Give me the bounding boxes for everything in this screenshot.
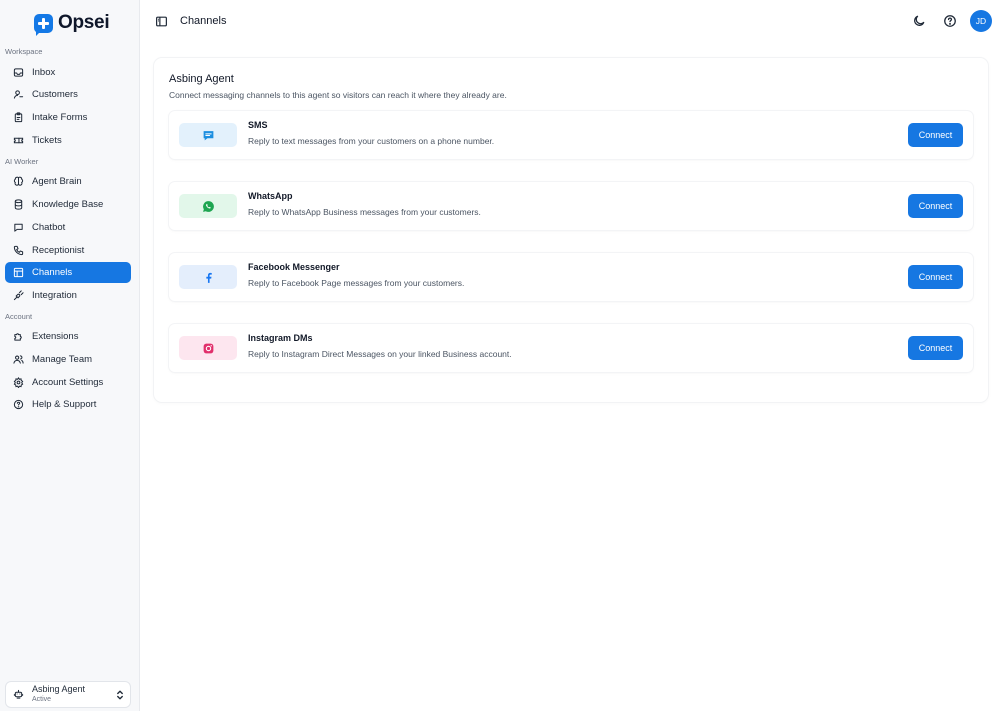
sidebar-toggle-icon[interactable] [155, 15, 168, 28]
sidebar-item-intake-forms[interactable]: Intake Forms [5, 107, 131, 128]
channel-row-facebook-messenger: Facebook Messenger Reply to Facebook Pag… [169, 253, 973, 301]
connect-instagram-dms-button[interactable]: Connect [908, 336, 963, 360]
section-label-workspace: Workspace [5, 47, 43, 56]
sidebar-item-inbox[interactable]: Inbox [5, 62, 131, 83]
sidebar-item-label: Inbox [32, 67, 56, 78]
sidebar-item-label: Manage Team [32, 354, 93, 365]
facebook-icon [202, 271, 215, 284]
users-icon [12, 354, 24, 366]
channel-row-whatsapp: WhatsApp Reply to WhatsApp Business mess… [169, 182, 973, 230]
agent-status: Active [32, 696, 52, 704]
sidebar-item-label: Receptionist [32, 245, 85, 256]
channel-icon-box [179, 123, 237, 147]
sidebar-item-label: Agent Brain [32, 176, 82, 187]
sidebar-item-chatbot[interactable]: Chatbot [5, 217, 131, 238]
help-icon [12, 399, 24, 411]
top-bar: Channels JD [140, 0, 1000, 44]
channel-row-instagram-dms: Instagram DMs Reply to Instagram Direct … [169, 324, 973, 372]
chevron-up-down-icon [116, 689, 124, 701]
user-icon [12, 89, 24, 101]
user-avatar[interactable]: JD [970, 10, 992, 32]
dark-mode-icon[interactable] [912, 14, 926, 28]
database-icon [12, 199, 24, 211]
agent-name: Asbing Agent [32, 684, 86, 695]
channel-row-sms: SMS Reply to text messages from your cus… [169, 111, 973, 159]
plug-icon [12, 290, 24, 302]
channels-icon [12, 267, 24, 279]
sidebar-item-channels[interactable]: Channels [5, 262, 131, 283]
puzzle-icon [12, 331, 24, 343]
sidebar-item-tickets[interactable]: Tickets [5, 130, 131, 151]
channel-icon-box [179, 194, 237, 218]
phone-icon [12, 245, 24, 257]
agent-switcher[interactable]: Asbing Agent Active [5, 681, 131, 708]
brain-icon [12, 176, 24, 188]
sidebar-item-customers[interactable]: Customers [5, 84, 131, 105]
inbox-icon [12, 67, 24, 79]
sidebar-item-label: Intake Forms [32, 112, 88, 123]
sidebar-item-account-settings[interactable]: Account Settings [5, 372, 131, 393]
section-label-ai-worker: AI Worker [5, 157, 39, 166]
app-name: Opsei [58, 12, 110, 33]
logo-icon [34, 13, 53, 36]
sidebar-item-integration[interactable]: Integration [5, 285, 131, 306]
sidebar-item-label: Chatbot [32, 222, 66, 233]
app-logo[interactable]: Opsei [34, 12, 110, 36]
connect-facebook-messenger-button[interactable]: Connect [908, 265, 963, 289]
sms-icon [202, 129, 215, 142]
sidebar-item-label: Tickets [32, 135, 62, 146]
robot-icon [12, 689, 24, 701]
channel-name: Instagram DMs [248, 333, 313, 343]
section-label-account: Account [5, 312, 33, 321]
channel-name: Facebook Messenger [248, 262, 340, 272]
sidebar-item-help-support[interactable]: Help & Support [5, 394, 131, 415]
settings-icon [12, 377, 24, 389]
instagram-icon [202, 342, 215, 355]
connect-sms-button[interactable]: Connect [908, 123, 963, 147]
sidebar-item-label: Integration [32, 290, 77, 301]
sidebar-item-receptionist[interactable]: Receptionist [5, 240, 131, 261]
channel-icon-box [179, 265, 237, 289]
help-icon[interactable] [943, 14, 957, 28]
connect-whatsapp-button[interactable]: Connect [908, 194, 963, 218]
clipboard-icon [12, 112, 24, 124]
channel-description: Reply to WhatsApp Business messages from… [248, 207, 481, 217]
ticket-icon [12, 135, 24, 147]
channel-description: Reply to Instagram Direct Messages on yo… [248, 349, 512, 359]
channel-name: SMS [248, 120, 268, 130]
sidebar-item-knowledge-base[interactable]: Knowledge Base [5, 194, 131, 215]
sidebar-item-manage-team[interactable]: Manage Team [5, 349, 131, 370]
page-title: Channels [180, 15, 227, 27]
sidebar-item-extensions[interactable]: Extensions [5, 326, 131, 347]
sidebar-item-label: Account Settings [32, 377, 104, 388]
channel-description: Reply to Facebook Page messages from you… [248, 278, 465, 288]
sidebar-item-agent-brain[interactable]: Agent Brain [5, 171, 131, 192]
sidebar: Opsei Workspace Inbox Customers Intake F… [0, 0, 140, 711]
chat-icon [12, 222, 24, 234]
channels-card: Asbing Agent Connect messaging channels … [154, 58, 988, 402]
channel-icon-box [179, 336, 237, 360]
agent-title: Asbing Agent [169, 73, 234, 85]
sidebar-item-label: Knowledge Base [32, 199, 104, 210]
channel-name: WhatsApp [248, 191, 293, 201]
sidebar-item-label: Customers [32, 89, 78, 100]
sidebar-item-label: Help & Support [32, 399, 97, 410]
channel-description: Reply to text messages from your custome… [248, 136, 495, 146]
whatsapp-icon [202, 200, 215, 213]
sidebar-item-label: Extensions [32, 331, 79, 342]
card-subtitle: Connect messaging channels to this agent… [169, 90, 507, 100]
sidebar-item-label: Channels [32, 267, 73, 278]
